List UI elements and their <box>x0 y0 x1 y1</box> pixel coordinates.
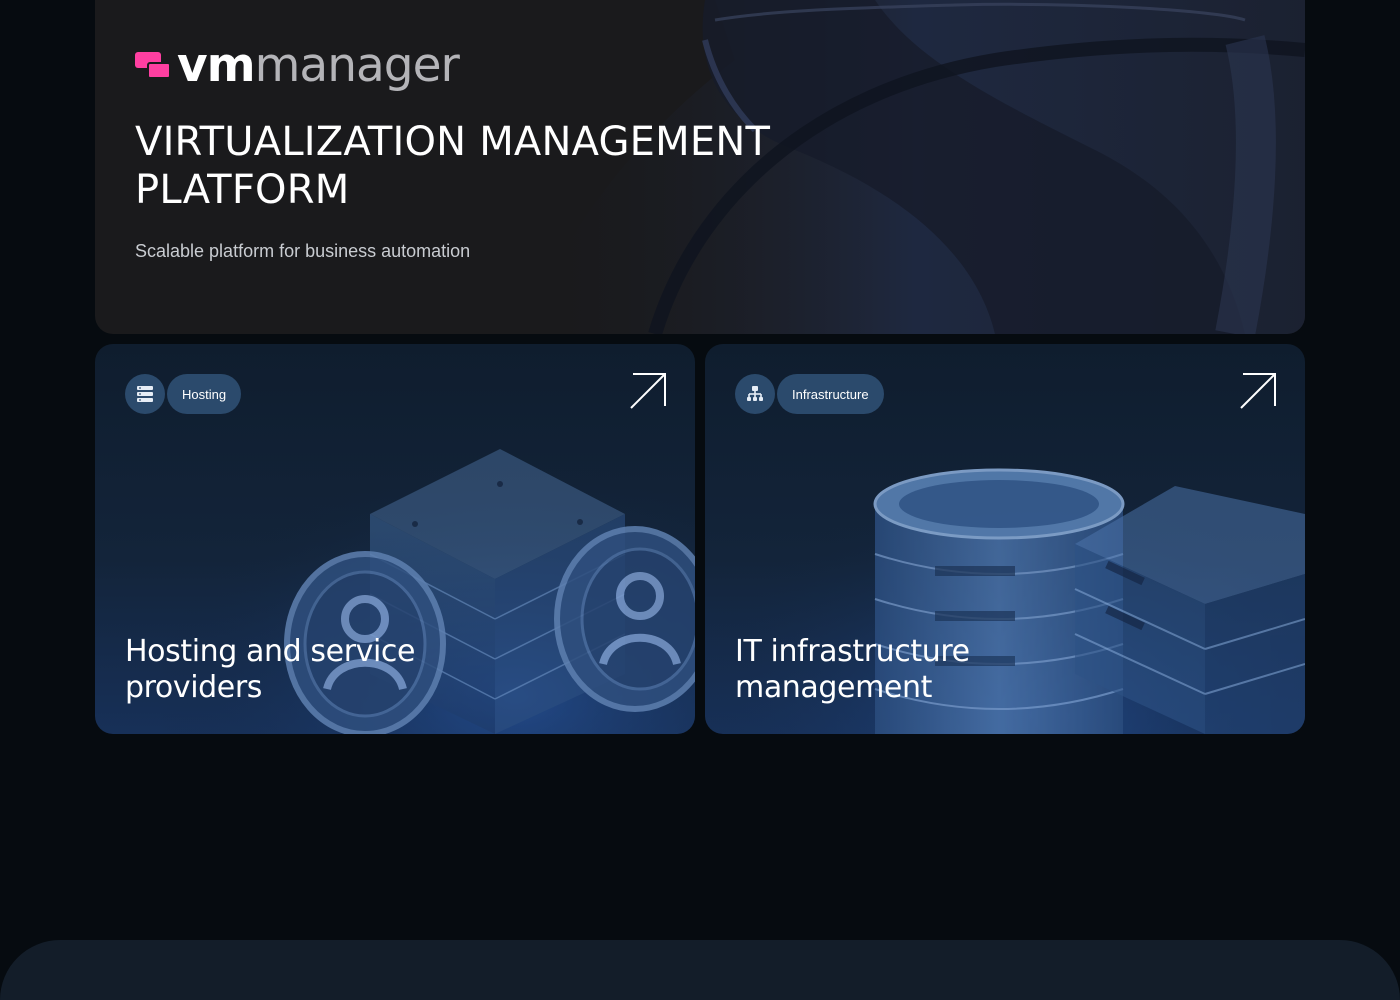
bottom-panel <box>0 940 1400 1000</box>
hero-banner: vmmanager VIRTUALIZATION MANAGEMENT PLAT… <box>95 0 1305 334</box>
hosting-card[interactable]: Hosting Hosting and service providers <box>95 344 695 734</box>
hosting-tag: Hosting <box>125 374 242 414</box>
logo-mark-icon <box>135 50 173 82</box>
tag-label: Hosting <box>167 374 242 414</box>
card-title: IT infrastructure management <box>735 634 970 705</box>
logo-manager-text: manager <box>254 38 460 93</box>
vmmanager-logo[interactable]: vmmanager <box>135 42 460 89</box>
infrastructure-tag: Infrastructure <box>735 374 884 414</box>
arrow-up-right-icon[interactable] <box>1239 372 1277 410</box>
infrastructure-card[interactable]: Infrastructure IT infrastructure managem… <box>705 344 1305 734</box>
network-hierarchy-icon <box>735 374 775 414</box>
arrow-up-right-icon[interactable] <box>629 372 667 410</box>
logo-vm-text: vm <box>177 38 256 93</box>
card-title: Hosting and service providers <box>125 634 416 705</box>
hero-subtitle: Scalable platform for business automatio… <box>135 241 471 261</box>
logo-wordmark: vmmanager <box>177 42 460 89</box>
tag-label: Infrastructure <box>777 374 884 414</box>
page-title: VIRTUALIZATION MANAGEMENT PLATFORM <box>135 119 771 213</box>
server-rack-icon <box>125 374 165 414</box>
